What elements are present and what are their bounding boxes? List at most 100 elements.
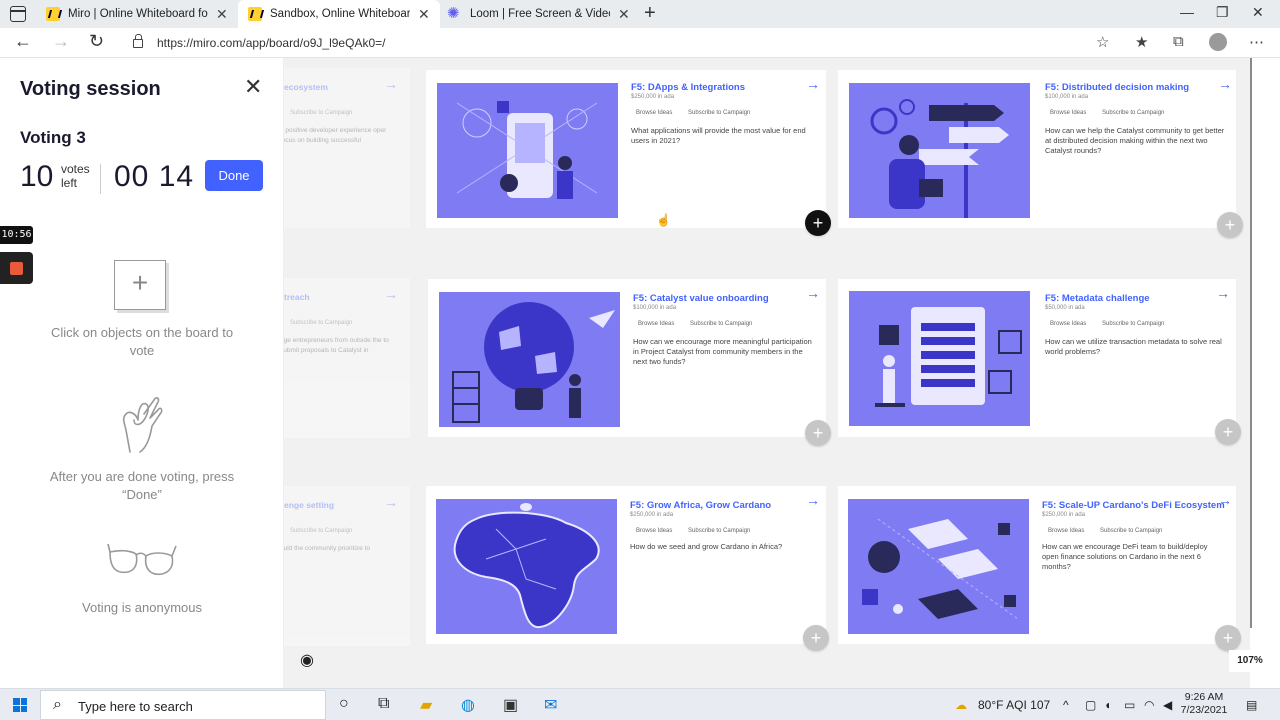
challenge-card[interactable]: F5: Distributed decision making $100,000… xyxy=(838,70,1236,228)
arrow-icon[interactable]: → xyxy=(384,494,398,510)
battery-icon[interactable]: ▭ xyxy=(1124,698,1135,712)
challenge-card[interactable]: F5: DApps & Integrations $250,000 in ada… xyxy=(426,70,826,228)
volume-icon[interactable]: ◀ xyxy=(1163,698,1172,712)
browse-ideas-chip[interactable]: Browse Ideas xyxy=(638,321,674,327)
tab-sandbox[interactable]: Sandbox, Online Whiteboard for ✕ xyxy=(238,0,440,28)
windows-start-icon[interactable] xyxy=(13,698,27,712)
hand-cursor-icon: ☝ xyxy=(656,213,671,227)
wifi-icon[interactable]: ◠ xyxy=(1144,698,1154,712)
arrow-icon[interactable]: → xyxy=(1218,76,1232,92)
microphone-icon[interactable]: ◖ xyxy=(1104,698,1111,712)
add-vote-button[interactable]: + xyxy=(805,210,831,236)
store-icon[interactable]: ▣ xyxy=(503,695,518,715)
subscribe-chip[interactable]: Subscribe to Campaign xyxy=(290,528,352,534)
minimize-icon[interactable]: — xyxy=(1180,4,1194,20)
zoom-level[interactable]: 107% xyxy=(1229,650,1271,672)
arrow-icon[interactable]: → xyxy=(1216,285,1230,301)
subscribe-chip[interactable]: Subscribe to Campaign xyxy=(290,320,352,326)
challenge-card[interactable]: F5: Catalyst value onboarding $100,000 i… xyxy=(428,279,826,437)
browse-ideas-chip[interactable]: Browse Ideas xyxy=(1048,528,1084,534)
system-clock[interactable]: 9:26 AM 7/23/2021 xyxy=(1180,691,1228,717)
add-vote-button[interactable]: + xyxy=(1217,212,1243,238)
browse-ideas-chip[interactable]: Browse Ideas xyxy=(636,110,672,116)
subscribe-chip[interactable]: Subscribe to Campaign xyxy=(290,110,352,116)
add-object-icon xyxy=(114,260,166,310)
faded-card[interactable]: enge setting → Subscribe to Campaign oul… xyxy=(284,486,410,646)
card-description: What applications will provide the most … xyxy=(631,126,806,145)
file-explorer-icon[interactable]: ▰ xyxy=(420,695,432,715)
profile-avatar[interactable] xyxy=(1209,33,1227,51)
stop-recording-icon[interactable] xyxy=(0,252,33,284)
forward-icon[interactable]: → xyxy=(52,31,70,52)
subscribe-chip[interactable]: Subscribe to Campaign xyxy=(688,528,750,534)
faded-card[interactable]: ecosystem → Subscribe to Campaign a posi… xyxy=(284,68,410,228)
favorites-icon[interactable]: ★ xyxy=(1135,33,1148,51)
tab-loom[interactable]: Loom | Free Screen & Video Rec ✕ xyxy=(438,0,640,28)
meet-icon[interactable]: ▢ xyxy=(1085,698,1096,712)
collections-icon[interactable]: ⧉ xyxy=(1173,33,1184,50)
subscribe-chip[interactable]: Subscribe to Campaign xyxy=(1102,110,1164,116)
close-icon[interactable]: ✕ xyxy=(244,74,262,100)
tab-miro-1[interactable]: Miro | Online Whiteboard for Vi ✕ xyxy=(36,0,238,28)
taskbar-search[interactable]: ⌕ Type here to search xyxy=(40,690,326,720)
browse-ideas-chip[interactable]: Browse Ideas xyxy=(1050,110,1086,116)
back-icon[interactable]: ← xyxy=(14,31,32,52)
subscribe-chip[interactable]: Subscribe to Campaign xyxy=(1102,321,1164,327)
close-tab-icon[interactable]: ✕ xyxy=(618,6,630,23)
card-title: F5: Grow Africa, Grow Cardano xyxy=(630,500,772,511)
restore-icon[interactable]: ❐ xyxy=(1216,4,1229,21)
faded-card[interactable]: treach → Subscribe to Campaign age entre… xyxy=(284,278,410,438)
whiteboard-canvas[interactable]: ecosystem → Subscribe to Campaign a posi… xyxy=(284,58,1250,688)
done-button[interactable]: Done xyxy=(205,160,263,191)
arrow-icon[interactable]: → xyxy=(806,76,820,92)
new-tab-icon[interactable]: + xyxy=(644,2,656,25)
card-title: enge setting xyxy=(284,500,335,510)
tab-title: Sandbox, Online Whiteboard for xyxy=(270,8,410,20)
tab-title: Loom | Free Screen & Video Rec xyxy=(470,8,610,20)
clock-date: 7/23/2021 xyxy=(1180,704,1228,716)
weather-text[interactable]: 80°F AQI 107 xyxy=(978,698,1050,712)
scrollbar[interactable] xyxy=(1250,58,1280,688)
browse-ideas-chip[interactable]: Browse Ideas xyxy=(1050,321,1086,327)
add-vote-button[interactable]: + xyxy=(803,625,829,651)
more-menu-icon[interactable]: ⋯ xyxy=(1249,33,1264,51)
close-tab-icon[interactable]: ✕ xyxy=(418,6,430,23)
challenge-card[interactable]: F5: Metadata challenge $50,000 in ada Br… xyxy=(838,279,1236,437)
add-vote-button[interactable]: + xyxy=(1215,419,1241,445)
close-tab-icon[interactable]: ✕ xyxy=(216,6,228,23)
tab-actions-icon[interactable] xyxy=(10,6,26,22)
add-vote-button[interactable]: + xyxy=(805,420,831,446)
chevron-up-icon[interactable]: ^ xyxy=(1063,698,1069,712)
cortana-icon[interactable]: ○ xyxy=(339,695,349,713)
add-vote-button[interactable]: + xyxy=(1215,625,1241,651)
arrow-icon[interactable]: → xyxy=(806,285,820,301)
mail-icon[interactable]: ✉ xyxy=(544,695,557,715)
card-description: ould the community prioritize to xyxy=(284,545,370,552)
add-favorite-icon[interactable]: ☆ xyxy=(1096,33,1109,51)
refresh-icon[interactable]: ↻ xyxy=(89,31,104,52)
card-description: How can we encourage more meaningful par… xyxy=(633,337,812,366)
close-window-icon[interactable]: ✕ xyxy=(1252,4,1264,21)
card-amount: $100,000 in ada xyxy=(1045,94,1089,100)
challenge-card[interactable]: F5: Scale-UP Cardano's DeFi Ecosystem $2… xyxy=(838,486,1236,644)
arrow-icon[interactable]: → xyxy=(384,286,398,302)
miro-icon xyxy=(248,7,262,21)
subscribe-chip[interactable]: Subscribe to Campaign xyxy=(690,321,752,327)
arrow-icon[interactable]: → xyxy=(384,76,398,92)
url-field[interactable]: https://miro.com/app/board/o9J_l9eQAk0=/ xyxy=(157,36,385,50)
subscribe-chip[interactable]: Subscribe to Campaign xyxy=(1100,528,1162,534)
notifications-icon[interactable]: ▤ xyxy=(1246,698,1257,712)
card-title: F5: Scale-UP Cardano's DeFi Ecosystem xyxy=(1042,500,1225,511)
challenge-card[interactable]: F5: Grow Africa, Grow Cardano $250,000 i… xyxy=(426,486,826,644)
weather-icon: ☁ xyxy=(955,698,967,712)
card-description: age entrepreneurs from outside the to su… xyxy=(284,337,389,354)
browse-ideas-chip[interactable]: Browse Ideas xyxy=(636,528,672,534)
arrow-icon[interactable]: → xyxy=(1218,492,1232,508)
subscribe-chip[interactable]: Subscribe to Campaign xyxy=(688,110,750,116)
edge-icon[interactable]: ◍ xyxy=(461,695,475,715)
arrow-icon[interactable]: → xyxy=(806,492,820,508)
eye-icon[interactable]: ◉ xyxy=(300,650,314,670)
lock-icon xyxy=(133,34,143,48)
task-view-icon[interactable]: ⧉ xyxy=(378,695,389,713)
card-illustration xyxy=(437,83,618,218)
